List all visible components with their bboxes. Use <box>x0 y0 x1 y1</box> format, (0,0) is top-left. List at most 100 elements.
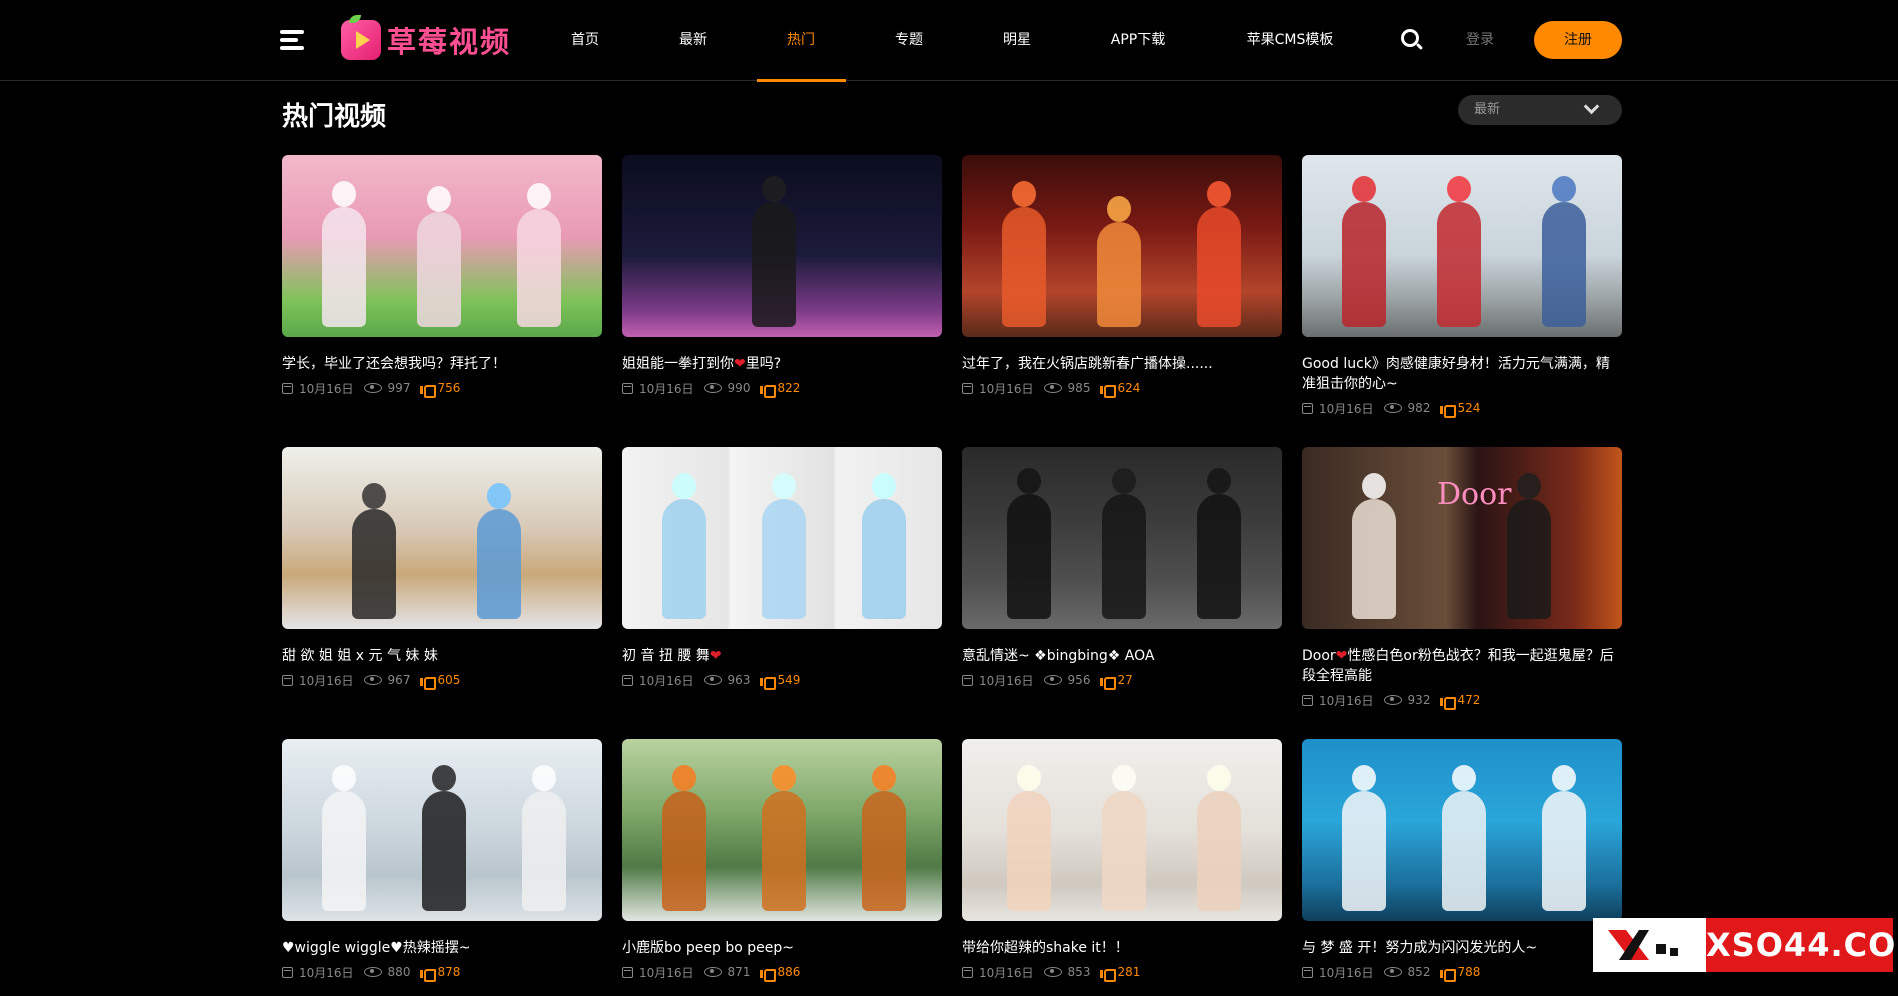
video-date: 10月16日 <box>1319 693 1374 708</box>
video-card: 带给你超辣的shake it！！ 10月16日 853 281 <box>962 739 1282 982</box>
login-link[interactable]: 登录 <box>1466 0 1494 81</box>
video-meta: 10月16日 982 524 <box>1302 400 1622 418</box>
view-count: 932 <box>1407 693 1431 707</box>
view-count: 990 <box>727 381 751 395</box>
video-card: Door Door❤性感白色or粉色战衣？和我一起逛鬼屋？后段全程高能 10月1… <box>1302 447 1622 710</box>
sort-dropdown[interactable]: 最新 <box>1458 95 1622 125</box>
nav-item-cms-template[interactable]: 苹果CMS模板 <box>1247 0 1334 81</box>
video-meta: 10月16日 871 886 <box>622 964 942 982</box>
video-meta: 10月16日 990 822 <box>622 380 942 398</box>
thumbs-up-icon <box>1100 674 1117 690</box>
nav-item-hot[interactable]: 热门 <box>787 0 815 81</box>
video-date: 10月16日 <box>979 965 1034 980</box>
nav-item-topics[interactable]: 专题 <box>895 0 923 81</box>
video-card: 姐姐能一拳打到你❤里吗? 10月16日 990 822 <box>622 155 942 398</box>
video-title[interactable]: Door❤性感白色or粉色战衣？和我一起逛鬼屋？后段全程高能 <box>1302 646 1622 686</box>
video-thumbnail[interactable]: Door <box>1302 447 1622 629</box>
brand-name: 草莓视频 <box>387 25 512 59</box>
video-card: 与 梦 盛 开！努力成为闪闪发光的人~ 10月16日 852 788 <box>1302 739 1622 982</box>
like-count: 624 <box>1117 381 1141 395</box>
heart-emoji: ❤ <box>1335 648 1348 664</box>
eye-icon <box>703 967 722 977</box>
video-title[interactable]: ♥wiggle wiggle♥热辣摇摆~ <box>282 938 602 958</box>
video-title[interactable]: 过年了，我在火锅店跳新春广播体操...... <box>962 354 1282 374</box>
like-count: 788 <box>1457 965 1481 979</box>
video-thumbnail[interactable] <box>962 739 1282 921</box>
top-header: 草莓视频 首页 最新 热门 专题 明星 APP下载 苹果CMS模板 登录 注册 <box>0 0 1898 82</box>
nav-item-latest[interactable]: 最新 <box>679 0 707 81</box>
video-title[interactable]: 与 梦 盛 开！努力成为闪闪发光的人~ <box>1302 938 1622 958</box>
view-count: 871 <box>727 965 751 979</box>
thumbs-up-icon <box>760 674 777 690</box>
like-count: 878 <box>437 965 461 979</box>
video-meta: 10月16日 967 605 <box>282 672 602 690</box>
video-thumbnail[interactable] <box>1302 155 1622 337</box>
video-date: 10月16日 <box>299 965 354 980</box>
heart-emoji: ❤ <box>734 356 746 372</box>
active-nav-underline <box>757 79 846 82</box>
like-count: 605 <box>437 673 461 687</box>
video-thumbnail[interactable] <box>282 155 602 337</box>
eye-icon <box>1383 695 1402 705</box>
video-title[interactable]: 甜 欲 姐 姐 x 元 气 妹 妹 <box>282 646 602 666</box>
video-title[interactable]: Good luck》肉感健康好身材！活力元气满满，精准狙击你的心~ <box>1302 354 1622 394</box>
heart-emoji: ❤ <box>709 648 722 664</box>
calendar-icon <box>962 674 973 686</box>
like-count: 822 <box>777 381 801 395</box>
video-card: 意乱情迷~ ❖bingbing❖ AOA 10月16日 956 27 <box>962 447 1282 690</box>
video-thumbnail[interactable] <box>622 447 942 629</box>
eye-icon <box>703 383 722 393</box>
eye-icon <box>1043 675 1062 685</box>
video-thumbnail[interactable] <box>622 739 942 921</box>
video-card: ♥wiggle wiggle♥热辣摇摆~ 10月16日 880 878 <box>282 739 602 982</box>
nav-item-home[interactable]: 首页 <box>571 0 599 81</box>
video-thumbnail[interactable] <box>962 447 1282 629</box>
like-count: 756 <box>437 381 461 395</box>
video-card: 小鹿版bo peep bo peep~ 10月16日 871 886 <box>622 739 942 982</box>
eye-icon <box>363 675 382 685</box>
video-thumbnail[interactable] <box>622 155 942 337</box>
video-title[interactable]: 带给你超辣的shake it！！ <box>962 938 1282 958</box>
sort-selected-value: 最新 <box>1474 102 1501 117</box>
watermark-logo-icon <box>1608 930 1678 960</box>
video-title[interactable]: 小鹿版bo peep bo peep~ <box>622 938 942 958</box>
video-title[interactable]: 学长，毕业了还会想我吗？拜托了！ <box>282 354 602 374</box>
video-date: 10月16日 <box>979 673 1034 688</box>
calendar-icon <box>962 966 973 978</box>
video-title[interactable]: 姐姐能一拳打到你❤里吗? <box>622 354 942 374</box>
thumbs-up-icon <box>760 966 777 982</box>
like-count: 281 <box>1117 965 1141 979</box>
nav-item-stars[interactable]: 明星 <box>1003 0 1031 81</box>
video-date: 10月16日 <box>979 381 1034 396</box>
video-thumbnail[interactable] <box>282 739 602 921</box>
view-count: 967 <box>387 673 411 687</box>
view-count: 963 <box>727 673 751 687</box>
watermark-text: XSO44.COM <box>1706 918 1898 972</box>
like-count: 472 <box>1457 693 1481 707</box>
video-thumbnail[interactable] <box>1302 739 1622 921</box>
eye-icon <box>1043 967 1062 977</box>
calendar-icon <box>622 382 633 394</box>
video-date: 10月16日 <box>639 381 694 396</box>
site-logo[interactable]: 草莓视频 <box>341 15 512 61</box>
play-logo-icon <box>341 15 381 60</box>
thumbs-up-icon <box>1100 382 1117 398</box>
eye-icon <box>363 967 382 977</box>
view-count: 852 <box>1407 965 1431 979</box>
video-meta: 10月16日 932 472 <box>1302 692 1622 710</box>
video-thumbnail[interactable] <box>962 155 1282 337</box>
video-card: 甜 欲 姐 姐 x 元 气 妹 妹 10月16日 967 605 <box>282 447 602 690</box>
video-title[interactable]: 意乱情迷~ ❖bingbing❖ AOA <box>962 646 1282 666</box>
like-count: 27 <box>1117 673 1133 687</box>
video-title[interactable]: 初 音 扭 腰 舞❤ <box>622 646 942 666</box>
menu-icon[interactable] <box>280 28 304 52</box>
video-thumbnail[interactable] <box>282 447 602 629</box>
register-button[interactable]: 注册 <box>1534 21 1622 59</box>
nav-item-app-download[interactable]: APP下载 <box>1111 0 1165 81</box>
eye-icon <box>703 675 722 685</box>
thumbs-up-icon <box>1440 402 1457 418</box>
search-icon[interactable] <box>1401 29 1424 51</box>
thumbs-up-icon <box>1440 694 1457 710</box>
thumbs-up-icon <box>420 674 437 690</box>
video-meta: 10月16日 985 624 <box>962 380 1282 398</box>
